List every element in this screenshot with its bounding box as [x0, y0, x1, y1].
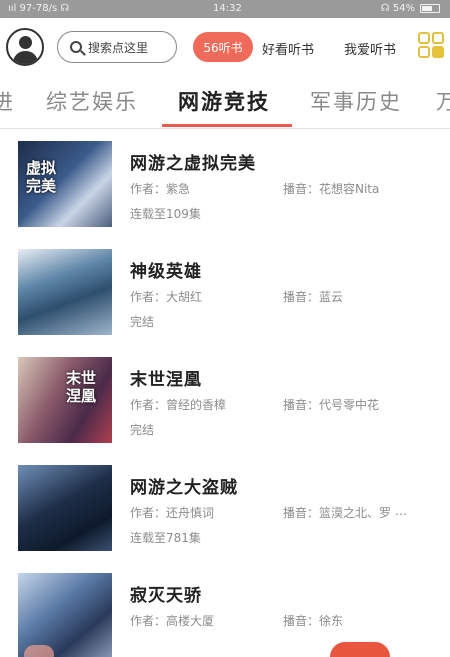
book-author: 作者：大胡红	[130, 290, 203, 304]
battery-percent: ☊ 54%	[380, 3, 415, 14]
book-status: 连载至109集	[130, 207, 201, 221]
user-avatar-icon[interactable]	[6, 28, 44, 66]
book-item[interactable]: 神级英雄 作者：大胡红 播音：蓝云 完结	[0, 245, 450, 353]
book-item[interactable]: 网游之大盗贼 作者：还舟慎词 播音：篮漠之北、罗 … 连载至781集	[0, 461, 450, 569]
tab-wangyou-jingji[interactable]: 网游竞技	[178, 86, 270, 116]
search-icon	[70, 41, 82, 53]
book-item[interactable]: 虚拟 完美 网游之虚拟完美 作者：紫急 播音：花想容Nita 连载至109集	[0, 137, 450, 245]
book-narrator: 播音：代号零中花	[283, 398, 380, 412]
battery-icon	[420, 4, 440, 13]
tab-category-next[interactable]: 万	[436, 86, 450, 116]
signal-status: ııl 97-78/s ☊	[8, 3, 70, 14]
book-cover[interactable]	[18, 249, 112, 335]
active-tab-indicator	[162, 124, 292, 127]
tab-junshi-lishi[interactable]: 军事历史	[310, 86, 402, 116]
book-author: 作者：紫急	[130, 182, 191, 196]
truncation-ellipsis: …	[395, 504, 407, 518]
tab-zongyi-yule[interactable]: 综艺娱乐	[46, 86, 138, 116]
book-author: 作者：还舟慎词	[130, 506, 215, 520]
book-narrator: 播音：篮漠之北、罗	[283, 506, 392, 520]
book-cover[interactable]: 虚拟 完美	[18, 141, 112, 227]
cover-title: 虚拟 完美	[26, 159, 57, 195]
clock: 14:32	[213, 3, 242, 14]
book-cover[interactable]	[18, 465, 112, 551]
floating-play-button[interactable]	[330, 642, 390, 657]
status-bar: ııl 97-78/s ☊ 14:32 ☊ 54%	[0, 0, 450, 18]
book-cover[interactable]: 末世 涅凰	[18, 357, 112, 443]
book-narrator: 播音：花想容Nita	[283, 182, 380, 196]
book-status: 完结	[130, 315, 155, 329]
app-header: 搜索点这里 56听书 好看听书 我爱听书	[0, 18, 450, 74]
search-input[interactable]: 搜索点这里	[57, 31, 177, 63]
cover-title: 末世 涅凰	[66, 369, 97, 405]
tab-category-prev[interactable]: 进	[0, 86, 15, 116]
category-tabs: 进 综艺娱乐 网游竞技 军事历史 万	[0, 74, 450, 128]
book-title: 寂灭天骄	[130, 586, 202, 606]
book-narrator: 播音：蓝云	[283, 290, 344, 304]
bottom-left-button[interactable]	[24, 645, 54, 657]
book-title: 网游之大盗贼	[130, 478, 238, 498]
book-title: 网游之虚拟完美	[130, 154, 256, 174]
book-author: 作者：高楼大厦	[130, 614, 215, 628]
book-list: 虚拟 完美 网游之虚拟完美 作者：紫急 播音：花想容Nita 连载至109集 神…	[0, 129, 450, 657]
tab-haokan-tingshu[interactable]: 好看听书	[262, 39, 314, 58]
book-item[interactable]: 末世 涅凰 末世涅凰 作者：曾经的香樟 播音：代号零中花 完结	[0, 353, 450, 461]
book-author: 作者：曾经的香樟	[130, 398, 227, 412]
grid-menu-icon[interactable]	[418, 32, 446, 60]
book-status: 完结	[130, 423, 155, 437]
book-status: 连载至781集	[130, 531, 201, 545]
tab-woai-tingshu[interactable]: 我爱听书	[344, 39, 396, 58]
book-title: 末世涅凰	[130, 370, 202, 390]
tab-56-tingshu[interactable]: 56听书	[193, 32, 253, 62]
book-narrator: 播音：徐东	[283, 614, 344, 628]
book-title: 神级英雄	[130, 262, 202, 282]
search-placeholder: 搜索点这里	[88, 40, 149, 55]
